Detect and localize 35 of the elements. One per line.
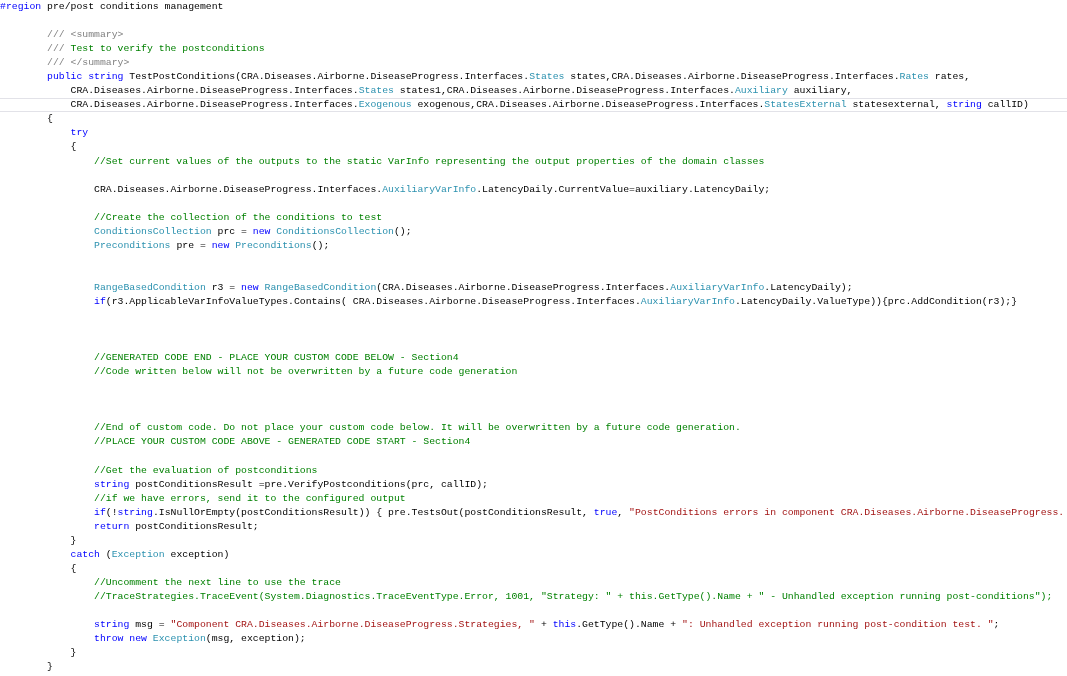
- code-line: //Code written below will not be overwritten by a future code generation: [93, 365, 518, 380]
- code-line: RangeBasedCondition r3 = new RangeBasedCondition(CRA.Diseases.Airborne.DiseaseProgress.Interfaces.AuxiliaryVarInfo.LatencyDaily);: [93, 280, 853, 295]
- code-line: /// Test to verify the postconditions: [46, 42, 265, 57]
- code-line: {: [69, 561, 77, 576]
- code-line: //Set current values of the outputs to the static VarInfo representing the output properties of the domain classes: [93, 154, 765, 169]
- code-line: string postConditionsResult =pre.VerifyPostconditions(prc, callID);: [93, 477, 488, 492]
- code-line: ConditionsCollection prc = new ConditionsCollection();: [93, 224, 412, 239]
- code-line: //End of custom code. Do not place your custom code below. It will be overwritten by a future code generation.: [93, 421, 741, 436]
- code-line: CRA.Diseases.Airborne.DiseaseProgress.Interfaces.States states1,CRA.Diseases.Airborne.DiseaseProgress.Interfaces.Auxiliary auxiliary,: [69, 84, 853, 99]
- code-line: if(!string.IsNullOrEmpty(postConditionsResult)) { pre.TestsOut(postConditionsResult, true, "PostConditions errors in component CRA.Diseases.Airborne.DiseaseProgress.: [93, 505, 1065, 520]
- code-line: throw new Exception(msg, exception);: [93, 632, 306, 647]
- code-line: {: [46, 112, 53, 127]
- code-line: }: [69, 646, 77, 661]
- code-line: try: [69, 126, 89, 141]
- code-line: //Create the collection of the conditions to test: [93, 210, 383, 225]
- code-line: }: [69, 533, 77, 548]
- code-line: #region pre/post conditions management: [0, 0, 224, 14]
- code-line: //if we have errors, send it to the configured output: [93, 491, 406, 506]
- code-line: //TraceStrategies.TraceEvent(System.Diagnostics.TraceEventType.Error, 1001, "Strategy: " + this.GetType().Name + " - Unhandled exception running post-conditions");: [93, 589, 1053, 604]
- code-line: /// </summary>: [46, 56, 130, 71]
- code-line: return postConditionsResult;: [93, 519, 259, 534]
- code-line: //PLACE YOUR CUSTOM CODE ABOVE - GENERATED CODE START - Section4: [93, 435, 471, 450]
- code-line: //GENERATED CODE END - PLACE YOUR CUSTOM CODE BELOW - Section4: [93, 351, 459, 366]
- code-line: //Get the evaluation of postconditions: [93, 463, 318, 478]
- code-line: string msg = "Component CRA.Diseases.Airborne.DiseaseProgress.Strategies, " + this.GetType().Name + ": Unhandled exception running post-condition test. ";: [93, 618, 1000, 633]
- code-line: if(r3.ApplicableVarInfoValueTypes.Contains( CRA.Diseases.Airborne.DiseaseProgress.Interfaces.AuxiliaryVarInfo.LatencyDaily.ValueType)){prc.AddCondition(r3);}: [93, 295, 1018, 309]
- code-line: CRA.Diseases.Airborne.DiseaseProgress.Interfaces.Exogenous exogenous,CRA.Diseases.Airborne.DiseaseProgress.Interfaces.StatesExternal statesexternal, string callID): [69, 99, 1029, 112]
- code-line: public string TestPostConditions(CRA.Diseases.Airborne.DiseaseProgress.Interfaces.States states,CRA.Diseases.Airborne.DiseaseProgress.Interfaces.Rates rates,: [46, 70, 971, 85]
- code-line: /// <summary>: [46, 28, 124, 43]
- code-line: }: [46, 660, 53, 675]
- code-line: Preconditions pre = new Preconditions();: [93, 238, 330, 253]
- code-line: catch (Exception exception): [69, 547, 230, 562]
- code-line: {: [69, 140, 77, 155]
- code-line: //Uncomment the next line to use the trace: [93, 575, 341, 590]
- code-line: CRA.Diseases.Airborne.DiseaseProgress.Interfaces.AuxiliaryVarInfo.LatencyDaily.CurrentValue=auxiliary.LatencyDaily;: [93, 182, 771, 197]
